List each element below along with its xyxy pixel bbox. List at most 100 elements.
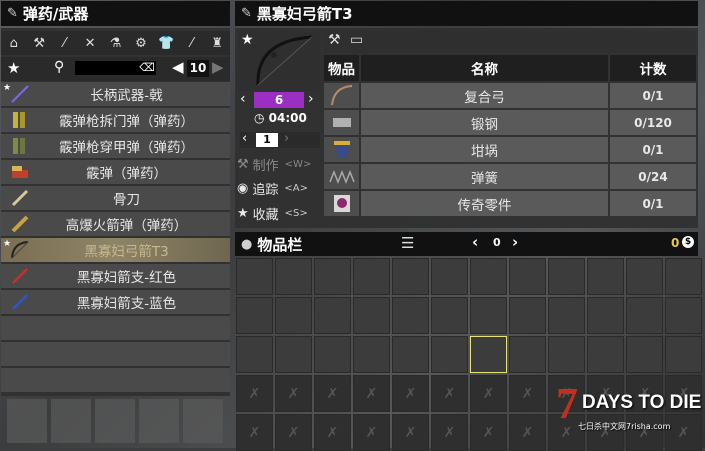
inventory-slot[interactable] (353, 297, 390, 334)
page-next-icon[interactable]: › (512, 233, 518, 251)
page-prev-icon[interactable]: ◀ (172, 58, 184, 76)
shotgun-shell-icon (13, 138, 25, 154)
currency-amount: 0 (671, 236, 680, 250)
inventory-slot[interactable] (626, 297, 663, 334)
toolbelt-slot[interactable] (7, 399, 47, 443)
inventory-slot-highlighted[interactable] (470, 336, 507, 373)
page-next-icon[interactable]: ▶ (212, 58, 224, 76)
inventory-slot[interactable] (548, 258, 585, 295)
toolbelt-slot[interactable] (95, 399, 135, 443)
toolbelt-slot[interactable] (139, 399, 179, 443)
inventory-slot[interactable] (392, 336, 429, 373)
inventory-slot[interactable] (314, 258, 351, 295)
chemistry-icon[interactable]: ⚗ (104, 36, 126, 51)
locked-slot-icon: ✗ (275, 414, 312, 451)
clear-search-icon[interactable]: ⌫ (138, 61, 156, 75)
list-item[interactable]: 霰弹（弹药） (1, 160, 230, 184)
seat-icon[interactable]: ♜ (206, 36, 228, 51)
inventory-slot[interactable] (275, 258, 312, 295)
search-input[interactable] (75, 61, 139, 75)
tools-icon[interactable]: ⚒ (28, 36, 50, 51)
inventory-slot[interactable] (470, 297, 507, 334)
inventory-slot[interactable] (626, 258, 663, 295)
inventory-slot[interactable] (548, 297, 585, 334)
compound-bow-icon (331, 85, 353, 106)
count-increase-icon[interactable]: › (284, 131, 289, 146)
toolbelt-slot[interactable] (51, 399, 91, 443)
hammer-icon: ⚒ (237, 156, 249, 172)
track-button[interactable]: ◉ 追踪 <A> (237, 178, 308, 198)
inventory-slot[interactable] (587, 297, 624, 334)
inventory-slot[interactable] (431, 336, 468, 373)
inventory-slot[interactable] (236, 258, 273, 295)
recipe-title: 黑寡妇弓箭T3 (256, 5, 353, 23)
favorite-button[interactable]: ★ 收藏 <S> (237, 203, 308, 223)
list-item[interactable]: 黑寡妇箭支-蓝色 (1, 290, 230, 314)
tools-tab-icon[interactable]: ⚒ (328, 32, 341, 48)
inventory-slot[interactable] (275, 297, 312, 334)
inventory-slot[interactable] (548, 336, 585, 373)
craft-button[interactable]: ⚒ 制作 <W> (237, 154, 311, 174)
inventory-slot[interactable] (314, 297, 351, 334)
locked-slot-icon: ✗ (509, 375, 546, 412)
inventory-slot[interactable] (392, 258, 429, 295)
inventory-slot[interactable] (470, 258, 507, 295)
inventory-slot[interactable] (236, 297, 273, 334)
bow-icon (11, 241, 29, 259)
list-item[interactable]: 骨刀 (1, 186, 230, 210)
page-prev-icon[interactable]: ‹ (472, 233, 478, 251)
inventory-slot[interactable] (626, 336, 663, 373)
recipe-list: ★ 长柄武器-戟 霰弹枪拆门弹（弹药） 霰弹枪穿甲弹（弹药） 霰弹（弹药） 骨刀… (1, 82, 230, 394)
category-header: ✎ 弹药/武器 (1, 1, 230, 26)
pencil-icon: ✎ (241, 6, 252, 21)
inventory-slot[interactable] (353, 258, 390, 295)
ammo-icon[interactable]: ⁄ (54, 36, 76, 51)
list-item-selected[interactable]: ★ 黑寡妇弓箭T3 (1, 238, 230, 262)
category-bar: ⌂ ⚒ ⁄ ✕ ⚗ ⚙ 👕 ⁄ ♜ (1, 31, 230, 55)
inventory-slot[interactable] (587, 258, 624, 295)
inventory-slot[interactable] (509, 336, 546, 373)
locked-slot-icon: ✗ (275, 375, 312, 412)
list-item[interactable]: 霰弹枪拆门弹（弹药） (1, 108, 230, 132)
sort-icon[interactable]: ☰ (401, 234, 414, 252)
favorites-filter-icon[interactable]: ★ (7, 59, 20, 77)
header-name: 名称 (361, 55, 608, 81)
inventory-slot[interactable] (392, 297, 429, 334)
inventory-slot[interactable] (665, 336, 702, 373)
clothing-icon[interactable]: 👕 (155, 36, 177, 51)
inventory-slot[interactable] (509, 297, 546, 334)
inventory-slot[interactable] (275, 336, 312, 373)
inventory-slot[interactable] (431, 258, 468, 295)
inventory-slot[interactable] (314, 336, 351, 373)
gear-icon[interactable]: ⚙ (130, 36, 152, 51)
inventory-slot[interactable] (353, 336, 390, 373)
inventory-slot[interactable] (665, 258, 702, 295)
table-row: 弹簧 0/24 (324, 164, 696, 189)
spring-icon (329, 169, 355, 185)
inventory-slot[interactable] (587, 336, 624, 373)
quantity-selector: ‹ 6 › (238, 91, 320, 109)
table-row: 复合弓 0/1 (324, 83, 696, 108)
page-number: 10 (187, 60, 209, 77)
inventory-slot[interactable] (236, 336, 273, 373)
pencil-icon: ✎ (7, 6, 18, 21)
bone-knife-icon (11, 189, 29, 207)
count-input[interactable]: ‹ 1 › (240, 131, 320, 148)
locked-slot-icon: ✗ (392, 414, 429, 451)
toolbelt-slot[interactable] (183, 399, 223, 443)
inventory-slot[interactable] (509, 258, 546, 295)
list-item[interactable]: ★ 长柄武器-戟 (1, 82, 230, 106)
inventory-slot[interactable] (665, 297, 702, 334)
list-item[interactable]: 霰弹枪穿甲弹（弹药） (1, 134, 230, 158)
book-tab-icon[interactable]: ▭ (350, 32, 363, 48)
home-icon[interactable]: ⌂ (3, 36, 25, 51)
search-bar: ★ ⚲ ⌫ ◀ 10 ▶ (1, 57, 230, 81)
wrench-icon[interactable]: ✕ (79, 36, 101, 51)
list-item[interactable]: 高爆火箭弹（弹药） (1, 212, 230, 236)
quantity-increase-icon[interactable]: › (308, 91, 314, 107)
inventory-slot[interactable] (431, 297, 468, 334)
knife-icon[interactable]: ⁄ (181, 36, 203, 51)
quantity-decrease-icon[interactable]: ‹ (240, 91, 246, 107)
count-decrease-icon[interactable]: ‹ (242, 131, 247, 146)
list-item[interactable]: 黑寡妇箭支-红色 (1, 264, 230, 288)
